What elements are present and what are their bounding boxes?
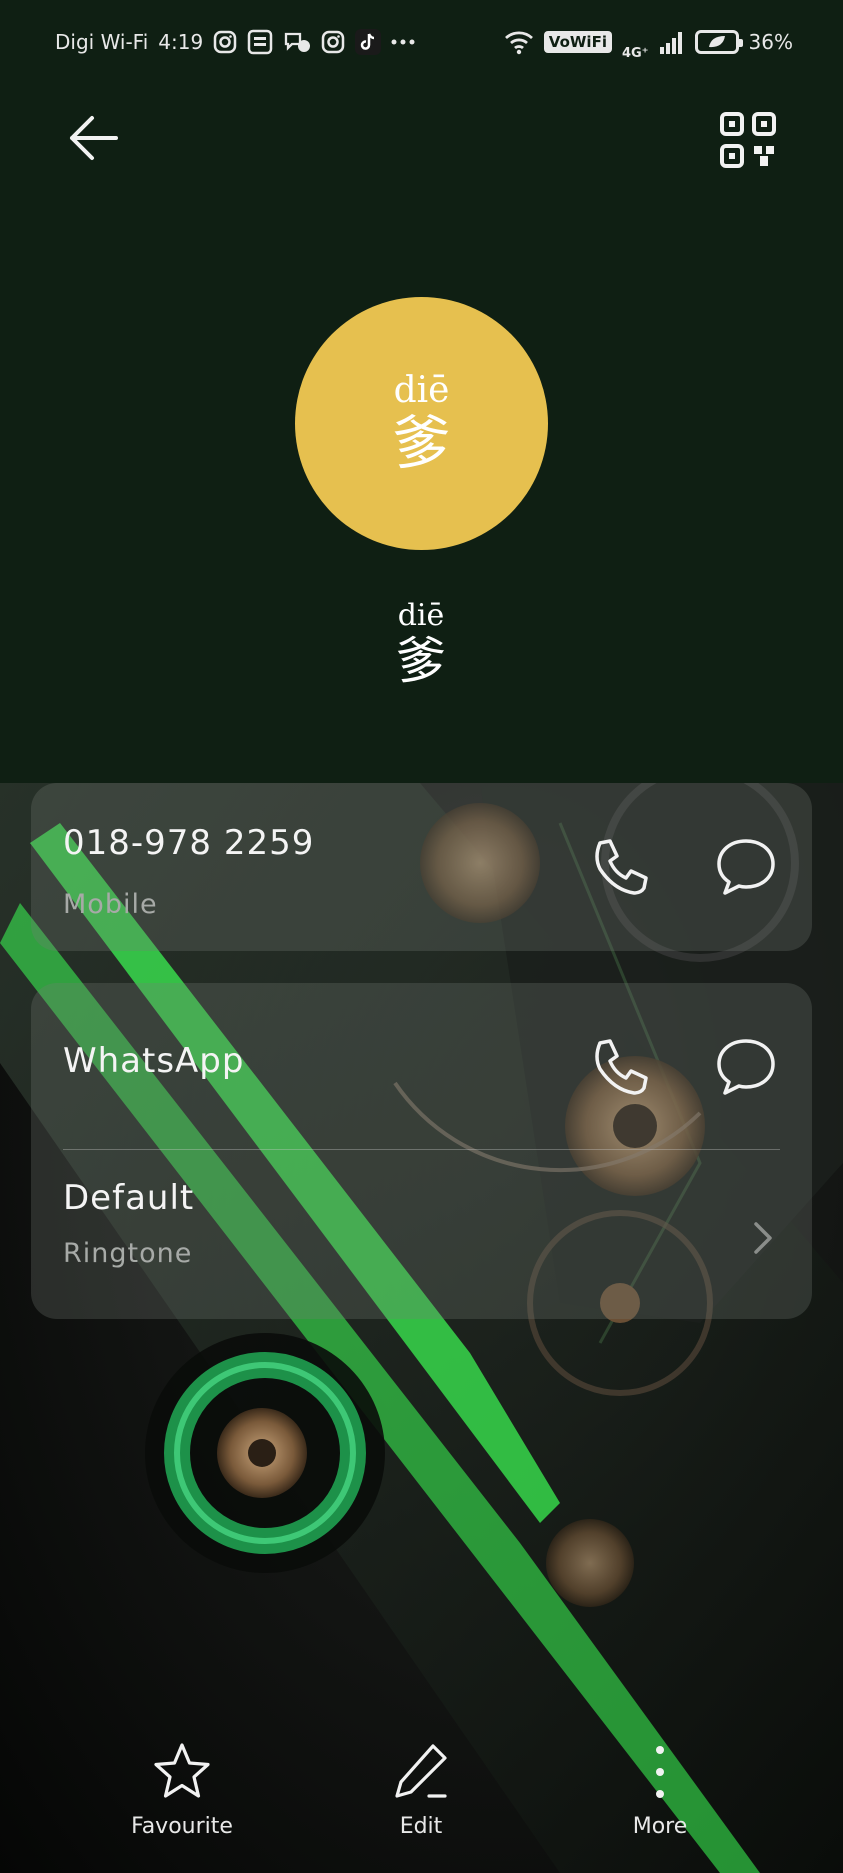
chevron-right-icon — [754, 1222, 772, 1254]
qr-code-icon — [720, 112, 776, 168]
more-vertical-icon — [656, 1746, 664, 1798]
messenger-facebook-icon — [283, 30, 311, 54]
tiktok-icon — [355, 29, 382, 55]
vowifi-badge: VoWiFi — [543, 31, 612, 53]
edit-label: Edit — [399, 1814, 443, 1839]
whatsapp-message-button[interactable] — [714, 1035, 778, 1099]
clock: 4:19 — [158, 30, 204, 54]
back-button[interactable] — [64, 108, 124, 168]
qr-code-button[interactable] — [718, 110, 778, 170]
contact-name-pinyin: diē — [397, 598, 445, 633]
chat-bubble-icon — [717, 839, 775, 895]
status-left: Digi Wi-Fi 4:19 — [55, 29, 415, 55]
favourite-button[interactable]: Favourite — [102, 1740, 262, 1839]
carrier-label: Digi Wi-Fi — [55, 30, 149, 54]
phone-number: 018-978 2259 — [63, 823, 315, 863]
battery-percent: 36% — [748, 30, 793, 54]
phone-type-label: Mobile — [63, 889, 158, 920]
avatar-pinyin: diē — [393, 369, 450, 411]
phone-number-card[interactable]: 018-978 2259 Mobile — [31, 783, 812, 951]
status-right: VoWiFi 4G⁺ 36% — [504, 24, 793, 61]
star-icon — [154, 1743, 210, 1798]
favourite-label: Favourite — [131, 1814, 233, 1839]
phone-icon — [595, 1039, 648, 1095]
more-button[interactable]: More — [580, 1740, 740, 1839]
status-bar: Digi Wi-Fi 4:19 VoWiFi 4G⁺ 36% — [0, 0, 843, 84]
more-label: More — [632, 1814, 688, 1839]
avatar-character: 爹 — [392, 408, 451, 477]
whatsapp-label: WhatsApp — [63, 1041, 245, 1081]
instagram-icon — [213, 30, 237, 54]
pencil-icon — [395, 1744, 447, 1798]
instagram-icon-2 — [321, 30, 345, 54]
ringtone-label: Ringtone — [63, 1238, 193, 1269]
app-notification-icon — [247, 29, 273, 55]
bottom-action-bar: Favourite Edit More — [0, 1740, 843, 1873]
arrow-left-icon — [70, 116, 118, 160]
more-notifications-icon — [391, 38, 415, 46]
whatsapp-row[interactable]: WhatsApp — [31, 983, 812, 1149]
contact-avatar[interactable]: diē 爹 — [295, 297, 548, 550]
contact-name-character: 爹 — [396, 632, 446, 690]
ringtone-value: Default — [63, 1178, 195, 1218]
phone-icon — [595, 839, 648, 895]
contact-name: diē 爹 — [321, 598, 521, 691]
edit-button[interactable]: Edit — [341, 1740, 501, 1839]
ringtone-row[interactable]: Default Ringtone — [31, 1150, 812, 1319]
message-button[interactable] — [714, 835, 778, 899]
apps-card: WhatsApp Default Ringtone — [31, 983, 812, 1319]
battery-icon — [694, 30, 743, 54]
chat-bubble-icon — [717, 1039, 775, 1095]
whatsapp-call-button[interactable] — [586, 1035, 650, 1099]
call-button[interactable] — [586, 835, 650, 899]
network-type: 4G⁺ — [621, 45, 649, 61]
wifi-icon — [504, 29, 534, 55]
signal-icon — [659, 29, 685, 55]
